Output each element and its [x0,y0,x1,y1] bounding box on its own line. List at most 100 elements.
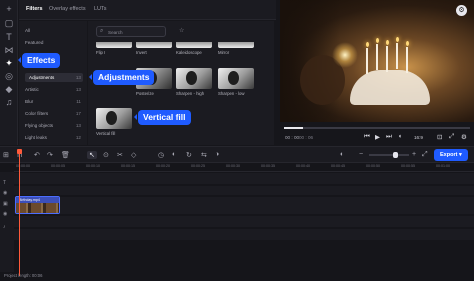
category-count: 12 [75,135,81,140]
preview-scrubber[interactable] [284,127,470,129]
track-row[interactable] [14,173,474,185]
crop-icon[interactable]: ⊙ [103,151,109,159]
adjust-icon[interactable]: ◐ [172,151,176,158]
ruler-tick: 00:00:25 [191,164,205,168]
thumb-image [228,71,239,85]
text-icon[interactable]: T [4,32,14,42]
export-button[interactable]: Export ▾ [434,149,468,161]
scrubber-progress [284,127,303,129]
candle-flame [365,42,369,47]
category-flying-objects[interactable]: Flying objects 13 [25,121,83,130]
tab-overlay-effects[interactable]: Overlay effects [49,6,86,12]
track-row[interactable] [14,216,474,228]
settings-icon[interactable]: ⚙ [461,133,467,141]
category-adjustments[interactable]: Adjustments 13 [25,73,83,82]
thumb-image [186,71,197,85]
category-label: Color filters [25,111,49,116]
search-input[interactable] [108,28,163,36]
filter-thumb-vertical-fill[interactable] [96,108,132,129]
ruler-tick: 00:01:00 [436,164,450,168]
play-icon[interactable]: ▶ [375,133,380,141]
preview-settings-icon[interactable]: ⚙ [456,5,467,16]
category-label: Artistic [25,87,39,92]
split-icon[interactable]: ✂ [117,151,123,159]
video-clip[interactable]: Birthday.mp4 [15,196,60,214]
volume-icon[interactable]: ◖ [398,133,402,140]
fullscreen-icon[interactable]: ⤢ [449,133,454,141]
transitions-icon[interactable]: ⋈ [4,45,14,55]
time-ruler[interactable]: 00:00:00 00:00:05 00:00:10 00:00:15 00:0… [14,163,474,172]
speed-icon[interactable]: ◷ [158,151,164,159]
previous-frame-icon[interactable]: ⏮ [364,133,370,141]
screenshot-icon[interactable]: ⊡ [437,133,442,141]
ruler-tick: 00:00:10 [86,164,100,168]
track-mute-icon[interactable]: ◉ [3,211,7,217]
playhead[interactable] [17,149,22,276]
category-count: 13 [75,87,81,92]
visibility-icon[interactable]: ◐ [340,151,344,158]
rotate-icon[interactable]: ↻ [186,151,192,159]
stickers-icon[interactable]: ◆ [4,84,14,94]
track-text-icon[interactable]: T [3,180,6,186]
fit-icon[interactable]: ⤢ [422,151,428,159]
zoom-knob[interactable] [393,152,398,158]
filter-thumb-mirror[interactable] [218,42,254,48]
mask-icon[interactable]: ◇ [131,151,136,159]
next-frame-icon[interactable]: ⏭ [386,133,392,141]
candle [406,47,408,73]
category-color-filters[interactable]: Color filters 17 [25,109,83,118]
filter-thumb-sharpen-high[interactable] [176,68,212,89]
category-artistic[interactable]: Artistic 13 [25,85,83,94]
delete-icon[interactable]: 🗑 [61,151,70,159]
zoom-in-icon[interactable]: + [412,151,416,158]
current-time: 00 : 00 [285,135,300,140]
category-count: 13 [75,123,81,128]
timeline[interactable]: 00:00:00 00:00:05 00:00:10 00:00:15 00:0… [0,163,474,281]
category-light-leaks[interactable]: Light leaks 12 [25,133,83,142]
category-count: 13 [75,75,81,80]
category-all[interactable]: All [25,26,83,35]
category-blur[interactable]: Blur 11 [25,97,83,106]
zoom-slider[interactable] [369,152,409,158]
flip-icon[interactable]: ⇆ [201,151,207,159]
filter-label: Sharpen - high [176,91,205,96]
candle-flame [405,41,409,46]
category-count: 11 [76,99,81,104]
track-row[interactable] [14,229,474,241]
effects-icon[interactable]: ✦ [4,58,14,68]
redo-icon[interactable]: ↷ [47,151,53,159]
zoom-out-icon[interactable]: − [359,151,363,158]
ruler-tick: 00:00:35 [261,164,275,168]
search-field[interactable]: ⌕ [96,26,166,37]
track-row[interactable] [14,197,474,215]
undo-icon[interactable]: ↶ [34,151,40,159]
tab-filters[interactable]: Filters [26,6,43,12]
plus-icon[interactable]: + [4,4,14,14]
thumb-image [106,111,117,125]
tab-luts[interactable]: LUTs [94,6,107,12]
filters-icon[interactable]: ◎ [4,71,14,81]
filter-thumb-flip[interactable] [96,42,132,48]
track-lock-icon[interactable]: ◉ [3,190,7,196]
add-track-icon[interactable]: ⊞ [3,151,9,159]
ruler-tick: 00:00:20 [156,164,170,168]
track-audio-icon[interactable]: ♪ [3,224,6,230]
media-icon[interactable]: ▢ [4,18,14,28]
category-list: All Featured Adjustments 13 Artistic 13 … [19,21,87,145]
category-featured[interactable]: Featured [25,38,83,47]
select-tool-icon[interactable]: ↖ [87,151,97,159]
filter-thumb-sharpen-low[interactable] [218,68,254,89]
chevron-down-icon: ▾ [458,152,462,158]
color-icon[interactable]: ◑ [215,151,219,158]
video-preview[interactable] [280,0,474,122]
favorites-icon[interactable]: ☆ [179,27,184,34]
track-video-icon[interactable]: ▣ [3,201,8,207]
filter-thumb-kaleidoscope[interactable] [176,42,212,48]
total-time: 00 : 06 [299,135,314,140]
track-row[interactable] [14,186,474,196]
music-icon[interactable]: ♫ [4,97,14,107]
filter-thumb-invert[interactable] [136,42,172,48]
category-count: 17 [75,111,81,116]
category-label: Adjustments [29,75,55,80]
aspect-ratio[interactable]: 16:9 [414,135,423,140]
